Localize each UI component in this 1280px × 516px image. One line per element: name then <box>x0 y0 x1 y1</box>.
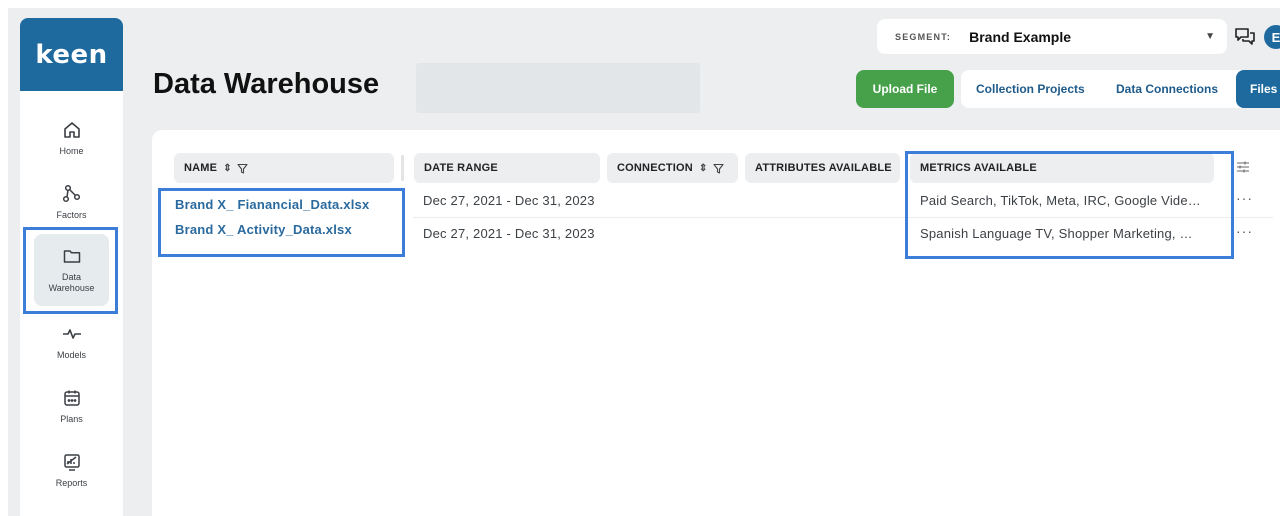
filter-icon[interactable] <box>712 163 724 174</box>
logo[interactable]: keen <box>20 18 123 91</box>
segment-label: SEGMENT: <box>895 31 952 42</box>
segment-selector[interactable]: SEGMENT: Brand Example ▼ <box>877 19 1227 54</box>
column-header-label: ATTRIBUTES AVAILABLE <box>755 162 892 174</box>
row-more-icon[interactable]: ··· <box>1236 223 1253 239</box>
column-header-name[interactable]: NAME ⇕ <box>174 153 394 183</box>
tab-collection-projects[interactable]: Collection Projects <box>976 82 1085 96</box>
sidebar-item-reports[interactable]: Reports <box>34 452 109 489</box>
sidebar-item-models[interactable]: Models <box>34 324 109 361</box>
logo-text: keen <box>35 39 108 70</box>
pulse-icon <box>62 329 81 339</box>
tab-bar: Collection Projects Data Connections Fil… <box>961 70 1280 108</box>
highlight-box-names <box>158 188 405 257</box>
column-resize-handle[interactable] <box>401 155 404 181</box>
tab-data-connections[interactable]: Data Connections <box>1116 82 1218 96</box>
sidebar-item-label: Reports <box>55 478 88 488</box>
sidebar-item-label: Models <box>56 350 86 360</box>
column-header-label: CONNECTION <box>617 162 693 174</box>
filter-icon[interactable] <box>237 163 248 174</box>
row-more-icon[interactable]: ··· <box>1236 190 1253 206</box>
page-title: Data Warehouse <box>153 68 380 100</box>
sort-icon[interactable]: ⇕ <box>223 163 232 174</box>
sidebar-item-label: Plans <box>60 414 83 424</box>
sidebar-item-factors[interactable]: Factors <box>34 184 109 221</box>
upload-file-button[interactable]: Upload File <box>856 70 954 108</box>
tab-files[interactable]: Files <box>1236 70 1280 108</box>
report-icon <box>63 454 80 471</box>
highlight-box-metrics <box>905 151 1234 259</box>
column-header-date-range[interactable]: DATE RANGE <box>414 153 600 183</box>
column-header-attributes[interactable]: ATTRIBUTES AVAILABLE <box>745 153 900 183</box>
sidebar-item-home[interactable]: Home <box>34 120 109 157</box>
calendar-icon <box>63 390 80 406</box>
segment-value: Brand Example <box>969 28 1072 45</box>
sort-icon[interactable]: ⇕ <box>699 163 708 174</box>
chat-icon[interactable] <box>1234 26 1256 46</box>
table-cell-date-range: Dec 27, 2021 - Dec 31, 2023 <box>423 193 595 208</box>
factors-icon <box>62 184 80 203</box>
column-settings-icon[interactable] <box>1236 160 1250 174</box>
column-header-label: DATE RANGE <box>424 162 498 174</box>
highlight-box-sidebar <box>23 227 118 314</box>
column-header-label: NAME <box>184 162 218 174</box>
sidebar-item-label: Factors <box>56 210 87 220</box>
table-cell-date-range: Dec 27, 2021 - Dec 31, 2023 <box>423 226 595 241</box>
title-placeholder <box>416 63 700 113</box>
sidebar-item-label: Home <box>59 146 84 156</box>
chevron-down-icon: ▼ <box>1205 31 1215 42</box>
home-icon <box>63 122 80 138</box>
sidebar-item-plans[interactable]: Plans <box>34 388 109 425</box>
column-header-connection[interactable]: CONNECTION ⇕ <box>607 153 738 183</box>
